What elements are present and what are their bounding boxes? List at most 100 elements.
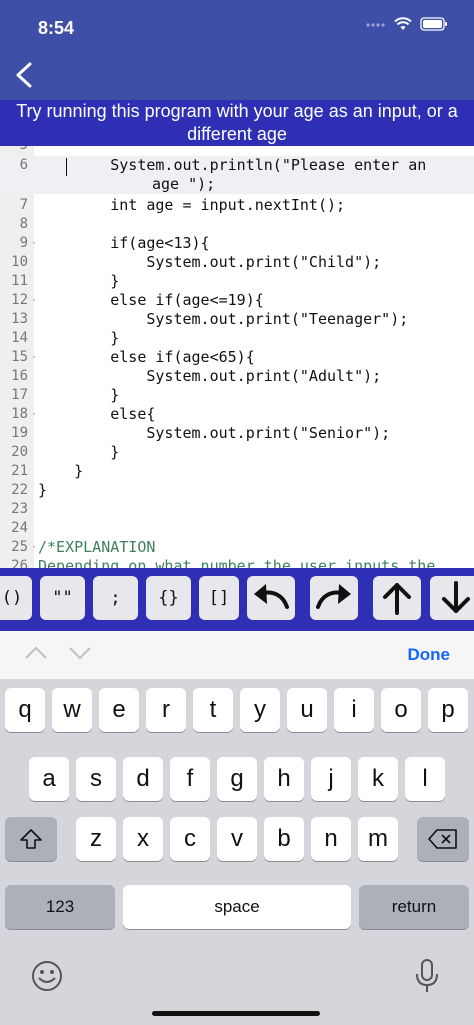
key-b[interactable]: b	[264, 817, 304, 861]
line-number: 5	[0, 146, 28, 155]
key-x[interactable]: x	[123, 817, 163, 861]
key-w[interactable]: w	[52, 688, 92, 732]
code-text: }	[38, 481, 48, 499]
code-editor[interactable]: 5 6 System.out.println("Please enter an …	[0, 146, 474, 568]
key-u[interactable]: u	[287, 688, 327, 732]
code-text: }	[38, 329, 120, 347]
key-h[interactable]: h	[264, 757, 304, 801]
line-number: 14	[11, 330, 28, 346]
code-line: 19 System.out.print("Senior");	[0, 424, 474, 443]
line-number: 19	[11, 425, 28, 441]
line-number: 7	[19, 197, 28, 213]
code-line: 25 ·/*EXPLANATION	[0, 538, 474, 557]
key-m[interactable]: m	[358, 817, 398, 861]
redo-button[interactable]	[310, 576, 358, 620]
key-q[interactable]: q	[5, 688, 45, 732]
key-p[interactable]: p	[428, 688, 468, 732]
key-k[interactable]: k	[358, 757, 398, 801]
fold-marker[interactable]: ·	[31, 348, 37, 367]
space-key[interactable]: space	[123, 885, 351, 929]
line-number: 18	[11, 406, 28, 422]
line-number: 24	[11, 520, 28, 536]
keyboard-accessory-bar: Done	[0, 631, 474, 679]
code-line: 17 }	[0, 386, 474, 405]
key-a[interactable]: a	[29, 757, 69, 801]
semicolon-button[interactable]: ;	[93, 576, 138, 620]
code-text: System.out.print("Adult");	[38, 367, 382, 385]
backspace-key[interactable]	[417, 817, 469, 861]
return-key[interactable]: return	[359, 885, 469, 929]
line-number: 21	[11, 463, 28, 479]
code-line: 18 · else{	[0, 405, 474, 424]
key-i[interactable]: i	[334, 688, 374, 732]
shift-key[interactable]	[5, 817, 57, 861]
wifi-icon	[394, 16, 412, 36]
fold-marker[interactable]: ·	[31, 234, 37, 253]
fold-marker[interactable]: ·	[31, 405, 37, 424]
code-line: 13 System.out.print("Teenager");	[0, 310, 474, 329]
key-r[interactable]: r	[146, 688, 186, 732]
parens-button[interactable]: ()	[0, 576, 32, 620]
code-comment: /*EXPLANATION	[38, 538, 156, 556]
move-down-button[interactable]	[430, 576, 474, 620]
key-f[interactable]: f	[170, 757, 210, 801]
code-text: else{	[38, 405, 156, 423]
code-text: int age = input.nextInt();	[38, 196, 346, 214]
key-j[interactable]: j	[311, 757, 351, 801]
code-text: }	[38, 386, 120, 404]
code-line: 11 }	[0, 272, 474, 291]
key-g[interactable]: g	[217, 757, 257, 801]
code-line: 5	[0, 146, 474, 155]
key-d[interactable]: d	[123, 757, 163, 801]
key-n[interactable]: n	[311, 817, 351, 861]
key-l[interactable]: l	[405, 757, 445, 801]
battery-icon	[420, 16, 448, 36]
backspace-icon	[428, 829, 457, 849]
line-number: 15	[11, 349, 28, 365]
numbers-key[interactable]: 123	[5, 885, 115, 929]
line-number: 20	[11, 444, 28, 460]
instruction-banner: Try running this program with your age a…	[0, 100, 474, 146]
line-number: 13	[11, 311, 28, 327]
fold-marker[interactable]: ·	[31, 538, 37, 557]
status-time: 8:54	[38, 18, 75, 38]
code-line: 22}	[0, 481, 474, 500]
key-v[interactable]: v	[217, 817, 257, 861]
key-z[interactable]: z	[76, 817, 116, 861]
line-number: 11	[11, 273, 28, 289]
key-s[interactable]: s	[76, 757, 116, 801]
code-text: }	[38, 272, 120, 290]
emoji-icon[interactable]	[30, 959, 64, 998]
code-text: System.out.print("Child");	[38, 253, 382, 271]
braces-button[interactable]: {}	[146, 576, 191, 620]
code-line: 7 int age = input.nextInt();	[0, 196, 474, 215]
chevron-up-icon[interactable]	[24, 645, 48, 666]
arrow-down-icon	[442, 581, 470, 613]
undo-button[interactable]	[247, 576, 295, 620]
brackets-button[interactable]: []	[199, 576, 239, 620]
key-y[interactable]: y	[240, 688, 280, 732]
microphone-icon[interactable]	[414, 958, 440, 999]
quotes-button[interactable]: ""	[40, 576, 85, 620]
key-c[interactable]: c	[170, 817, 210, 861]
chevron-down-icon[interactable]	[68, 645, 92, 666]
key-o[interactable]: o	[381, 688, 421, 732]
key-e[interactable]: e	[99, 688, 139, 732]
signal-icon	[366, 17, 386, 35]
code-line: 21 }	[0, 462, 474, 481]
fold-marker[interactable]: ·	[31, 291, 37, 310]
line-number: 9	[19, 235, 28, 251]
status-icons	[366, 16, 448, 36]
chevron-left-icon	[16, 62, 32, 88]
redo-icon	[316, 584, 351, 609]
done-button[interactable]: Done	[408, 645, 451, 665]
line-number: 12	[11, 292, 28, 308]
back-button[interactable]	[10, 60, 40, 90]
line-number: 23	[11, 501, 28, 517]
code-text-wrapped: age ");	[152, 175, 216, 193]
code-text: }	[38, 462, 84, 480]
key-t[interactable]: t	[193, 688, 233, 732]
code-toolbar: () "" ; {} []	[0, 568, 474, 631]
code-line: 24	[0, 519, 474, 538]
move-up-button[interactable]	[373, 576, 421, 620]
